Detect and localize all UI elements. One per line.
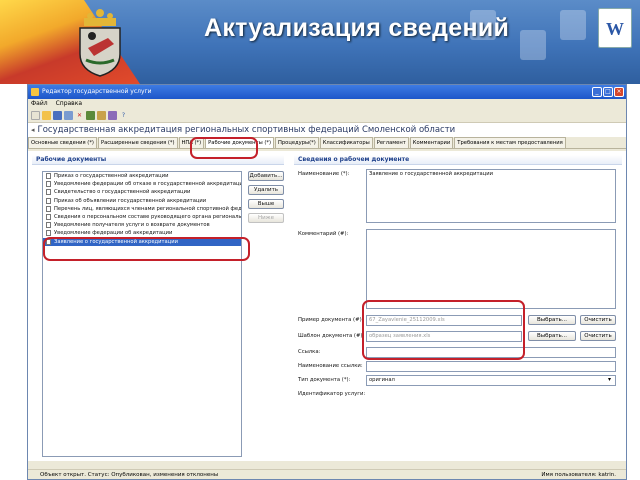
list-item[interactable]: Приказ о государственной аккредитации [43,172,241,180]
document-icon [46,230,51,237]
document-details-panel: Сведения о рабочем документе Наименовани… [294,155,622,457]
link-name-field[interactable] [366,361,616,372]
document-icon [46,238,51,245]
comment-label: Комментарий (#): [298,231,349,237]
service-id-label: Идентификатор услуги: [298,391,366,397]
tab-bar: Основные сведения (*) Расширенные сведен… [28,137,626,149]
app-icon [31,88,39,96]
slide-title: Актуализация сведений [204,14,510,42]
delete-button[interactable]: Удалить [248,185,284,195]
tab-npa[interactable]: НПА (*) [178,137,205,148]
doctype-select[interactable]: оригинал [366,375,616,386]
window-title: Редактор государственной услуги [42,88,152,95]
list-buttons: Добавить... Удалить Выше Ниже [248,171,284,223]
tab-classifiers[interactable]: Классификаторы [319,137,373,148]
help-icon[interactable]: ? [119,111,128,120]
menu-help[interactable]: Справка [56,99,82,109]
publish-icon[interactable] [86,111,95,120]
menu-file[interactable]: Файл [31,99,48,109]
document-details-header: Сведения о рабочем документе [294,155,622,165]
link-name-label: Наименование ссылки: [298,363,363,369]
list-item[interactable]: Сведения о персональном составе руководя… [43,213,241,221]
tab-requirements[interactable]: Требования к местам предоставления [454,137,566,148]
list-item[interactable]: Приказ об объявлении государственной акк… [43,197,241,205]
tab-content: Рабочие документы Приказ о государственн… [28,151,626,461]
list-item[interactable]: Уведомление получателя услуги о возврате… [43,221,241,229]
name-label: Наименование (*): [298,171,350,177]
print-icon[interactable] [108,111,117,120]
maximize-button[interactable]: □ [603,87,613,97]
document-icon [46,205,51,212]
save-icon[interactable] [53,111,62,120]
template-clear-button[interactable]: Очистить [580,331,616,341]
link-field[interactable] [366,347,616,358]
list-item-selected[interactable]: Заявление о государственной аккредитации [43,237,241,246]
template-doc-field[interactable]: образец заявления.xls [366,331,522,342]
list-item[interactable]: Свидетельство о государственной аккредит… [43,188,241,196]
template-select-button[interactable]: Выбрать... [528,331,576,341]
tab-comments[interactable]: Комментарии [409,137,454,148]
comment-field[interactable] [366,229,616,309]
chevron-down-icon[interactable]: ▾ [608,376,611,383]
example-doc-label: Пример документа (#): [298,317,364,323]
add-button[interactable]: Добавить... [248,171,284,181]
delete-icon[interactable]: ✕ [75,111,84,120]
document-icon [46,222,51,229]
list-item[interactable]: Уведомление федерации об отказе в госуда… [43,180,241,188]
decor-shape [560,10,586,40]
example-select-button[interactable]: Выбрать... [528,315,576,325]
collapse-icon[interactable]: ◂ [31,123,35,137]
status-bar: Объект открыт. Статус: Опубликован, изме… [28,469,626,479]
template-doc-label: Шаблон документа (#): [298,333,365,339]
word-document-icon: W [598,8,632,48]
status-user: Имя пользователя: katrin. [541,472,616,478]
open-icon[interactable] [42,111,51,120]
status-text: Объект открыт. Статус: Опубликован, изме… [40,472,219,478]
link-label: Ссылка: [298,349,321,355]
minimize-button[interactable]: _ [592,87,602,97]
window-controls: _ □ × [592,87,624,97]
toolbar: ✕ ? [28,109,626,123]
document-header: ◂ Государственная аккредитация региональн… [28,123,626,137]
list-item[interactable]: Перечень лиц, являющихся членами региона… [43,205,241,213]
tab-working-docs[interactable]: Рабочие документы (*) [205,137,274,148]
document-icon [46,173,51,180]
slide-banner: Актуализация сведений W [0,0,640,84]
tab-procedures[interactable]: Процедуры(*) [274,137,319,148]
window-titlebar: Редактор государственной услуги _ □ × [28,85,626,99]
working-docs-panel: Рабочие документы Приказ о государственн… [32,155,284,457]
doctype-label: Тип документа (*): [298,377,351,383]
tab-main-info[interactable]: Основные сведения (*) [28,137,97,148]
working-docs-header: Рабочие документы [32,155,284,165]
document-icon [46,214,51,221]
tab-extended-info[interactable]: Расширенные сведения (*) [97,137,178,148]
close-button[interactable]: × [614,87,624,97]
save-all-icon[interactable] [64,111,73,120]
list-item[interactable]: Уведомление федерации об аккредитации [43,229,241,237]
document-icon [46,197,51,204]
decor-shape [520,30,546,60]
export-icon[interactable] [97,111,106,120]
move-up-button[interactable]: Выше [248,199,284,209]
example-doc-field[interactable]: 67_Zayavlenie_25112009.xls [366,315,522,326]
document-title: Государственная аккредитация региональны… [37,125,456,135]
name-field[interactable]: Заявление о государственной аккредитации [366,169,616,223]
document-icon [46,181,51,188]
menu-bar: Файл Справка [28,99,626,109]
documents-list[interactable]: Приказ о государственной аккредитации Ув… [42,171,242,457]
coat-of-arms-icon [79,9,121,77]
editor-window: Редактор государственной услуги _ □ × Фа… [27,84,627,480]
move-down-button[interactable]: Ниже [248,213,284,223]
tab-regulation[interactable]: Регламент [373,137,409,148]
new-icon[interactable] [31,111,40,120]
document-icon [46,189,51,196]
example-clear-button[interactable]: Очистить [580,315,616,325]
